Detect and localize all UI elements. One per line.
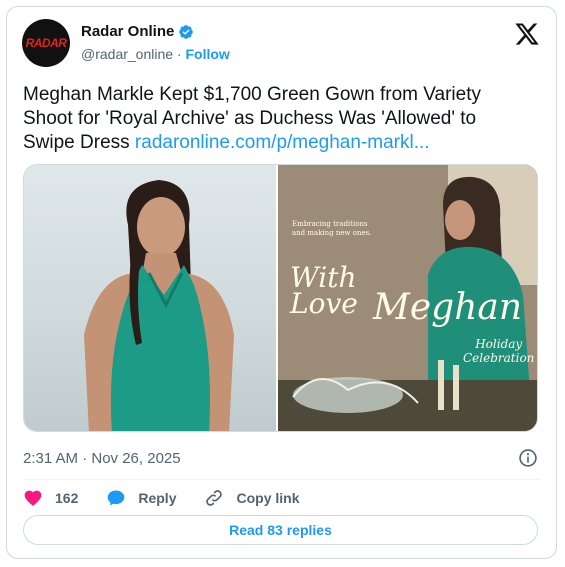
info-icon[interactable]: [518, 448, 538, 468]
overlay-script-name: Meghan: [373, 287, 523, 328]
tweet-link[interactable]: radaronline.com/p/meghan-markl...: [135, 132, 430, 153]
like-button[interactable]: 162: [23, 488, 78, 508]
handle-separator: ·: [173, 46, 186, 62]
photo-left-illustration: [84, 180, 234, 431]
overlay-subtitle: Holiday Celebration: [463, 337, 534, 365]
tweet-timestamp[interactable]: 2:31 AM · Nov 26, 2025: [23, 450, 181, 467]
author-handle-row: @radar_online · Follow: [81, 46, 230, 62]
tweet-media[interactable]: Embracing traditions and making new ones…: [23, 164, 538, 432]
author-handle[interactable]: @radar_online: [81, 46, 173, 62]
overlay-subtitle-line2: Celebration: [463, 351, 535, 365]
action-bar: 162 Reply Copy link: [23, 485, 328, 511]
overlay-subtitle-line1: Holiday: [475, 337, 523, 351]
reply-label: Reply: [138, 490, 177, 506]
read-replies-button[interactable]: Read 83 replies: [23, 515, 538, 545]
photo-with-love-meghan[interactable]: Embracing traditions and making new ones…: [278, 165, 537, 431]
tweet-text: Meghan Markle Kept $1,700 Green Gown fro…: [23, 83, 533, 155]
overlay-tagline: Embracing traditions and making new ones…: [292, 220, 372, 237]
like-count: 162: [55, 490, 79, 506]
copy-link-button[interactable]: Copy link: [204, 488, 300, 508]
author-name-row: Radar Online: [81, 23, 194, 40]
heart-icon: [24, 490, 42, 506]
author-name[interactable]: Radar Online: [81, 23, 174, 40]
avatar[interactable]: RADAR: [22, 19, 70, 67]
reply-button[interactable]: Reply: [106, 488, 176, 508]
reply-bubble-icon: [108, 490, 125, 506]
divider: [23, 479, 540, 480]
photo-green-gown[interactable]: [24, 165, 276, 431]
follow-button[interactable]: Follow: [186, 46, 230, 62]
overlay-title: With Love: [290, 264, 358, 320]
tweet-card: RADAR Radar Online @radar_online · Follo…: [6, 6, 557, 559]
avatar-logo-text: RADAR: [25, 36, 67, 50]
link-icon: [206, 490, 223, 506]
x-logo-icon[interactable]: [514, 21, 540, 47]
overlay-title-line2: Love: [290, 287, 358, 320]
copy-link-label: Copy link: [236, 490, 300, 506]
verified-badge-icon: [179, 24, 194, 39]
